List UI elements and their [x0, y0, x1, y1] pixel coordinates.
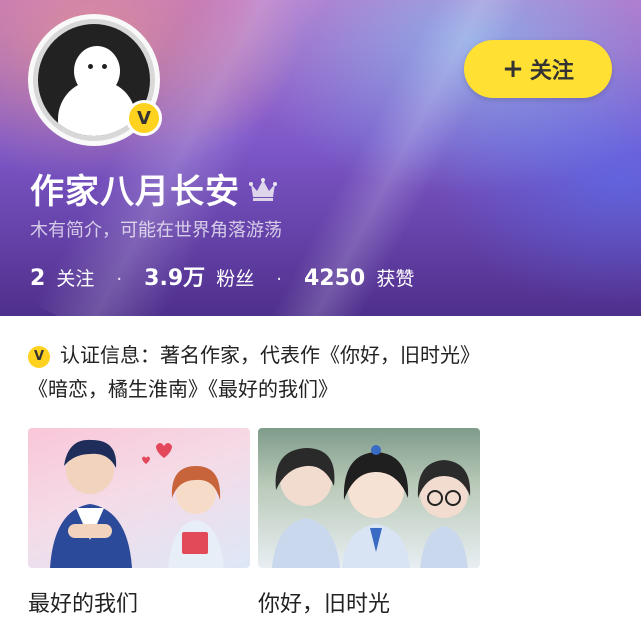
stat-value: 3.9万	[144, 266, 206, 291]
work-cover-image	[258, 428, 480, 568]
profile-header: V + 关注 作家八月长安 木有简介，可能在世界角落游荡 2 关注 · 3.9万…	[0, 0, 641, 316]
cert-v-icon: V	[28, 346, 50, 368]
stat-label: 关注	[56, 268, 95, 290]
crown-icon	[249, 177, 277, 201]
follow-button[interactable]: + 关注	[464, 40, 612, 98]
profile-bio: 木有简介，可能在世界角落游荡	[30, 220, 282, 241]
stat-likes[interactable]: 4250 获赞	[304, 264, 414, 291]
stat-label: 获赞	[376, 268, 415, 290]
work-title: 最好的我们	[28, 592, 139, 617]
plus-icon: +	[502, 54, 524, 84]
stat-separator: ·	[116, 269, 123, 290]
cert-line2: 《暗恋，橘生淮南》《最好的我们》	[28, 377, 338, 401]
stat-label: 粉丝	[216, 268, 255, 290]
cert-line1: 认证信息：著名作家，代表作《你好，旧时光》	[60, 343, 480, 367]
stat-value: 4250	[303, 266, 366, 291]
stat-fans[interactable]: 3.9万 粉丝	[144, 260, 254, 292]
certification-info: V 认证信息：著名作家，代表作《你好，旧时光》 《暗恋，橘生淮南》《最好的我们》	[28, 338, 618, 406]
name-row: 作家八月长安	[30, 164, 278, 213]
stat-value: 2	[30, 266, 46, 291]
work-title: 你好，旧时光	[258, 592, 391, 617]
work-card[interactable]: 你好，旧时光	[258, 428, 480, 618]
stats-row: 2 关注 · 3.9万 粉丝 · 4250 获赞	[30, 260, 414, 292]
stat-following[interactable]: 2 关注	[30, 264, 94, 291]
follow-button-label: 关注	[529, 59, 574, 84]
profile-name: 作家八月长安	[30, 172, 240, 212]
verified-v-icon: V	[126, 100, 162, 136]
stat-separator: ·	[276, 269, 282, 290]
work-cover-image	[28, 428, 250, 568]
work-card[interactable]: 最好的我们	[28, 428, 250, 618]
